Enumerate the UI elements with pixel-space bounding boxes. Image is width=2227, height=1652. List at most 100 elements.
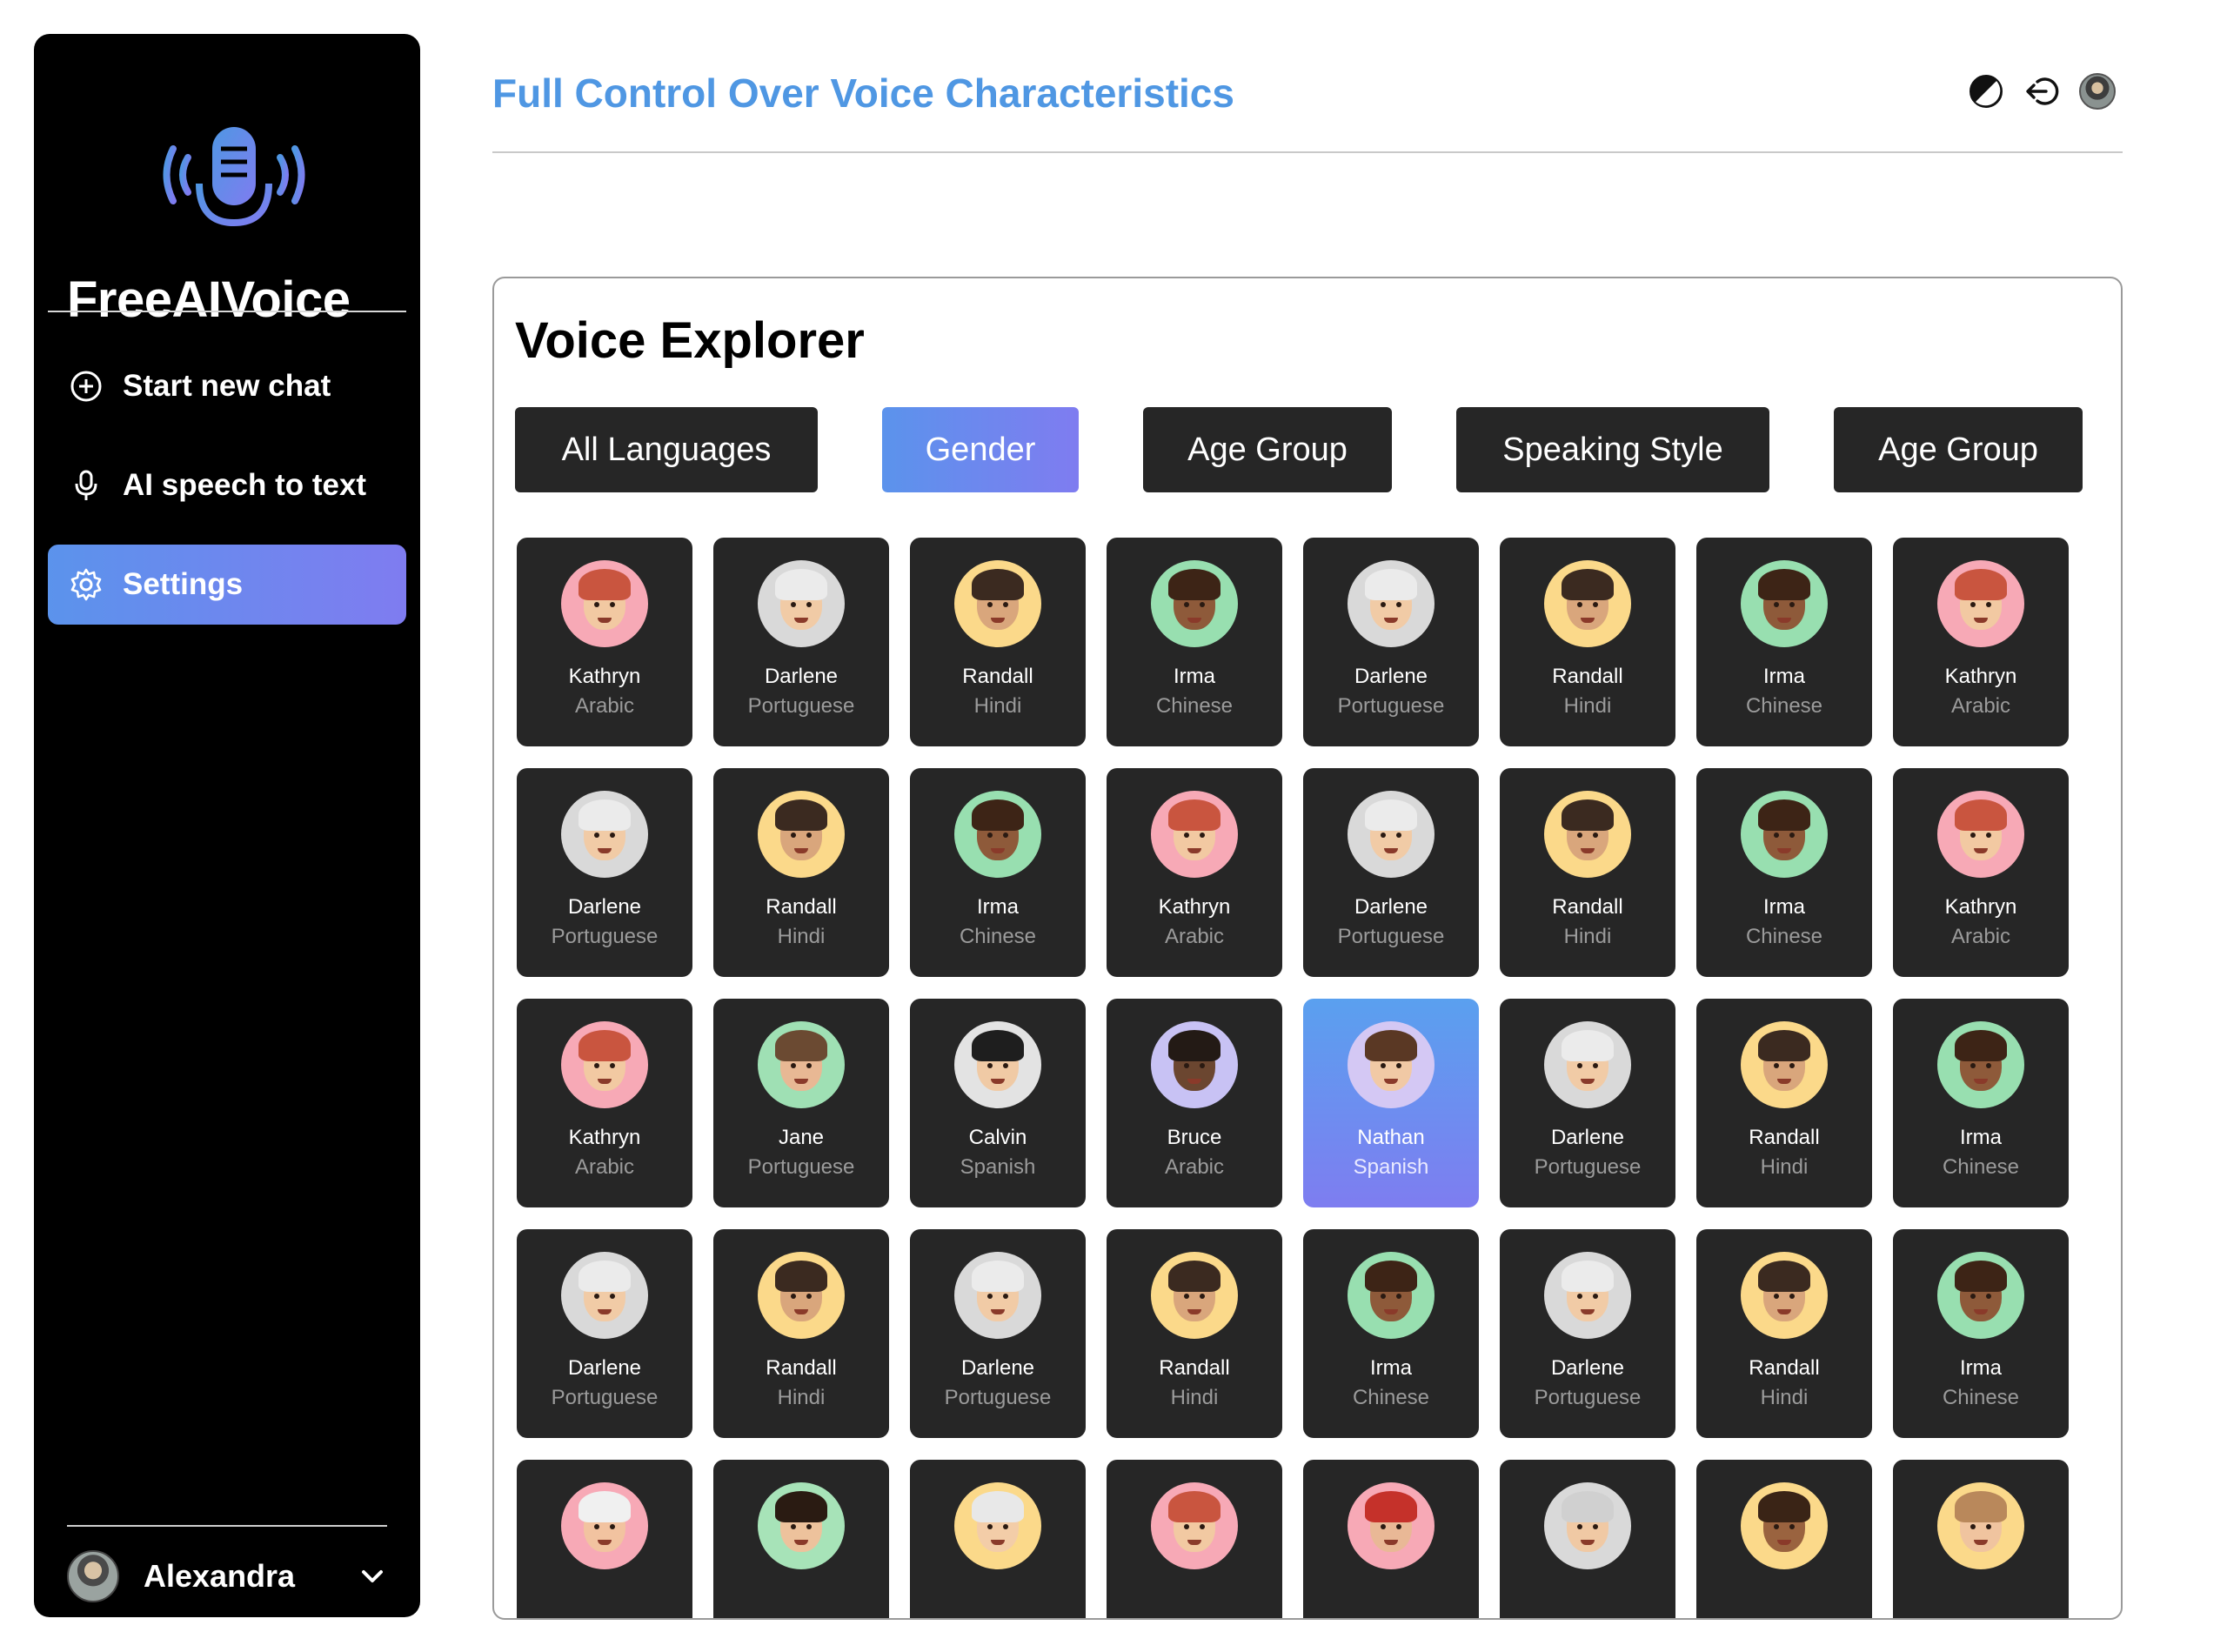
sidebar-item-start-new-chat[interactable]: Start new chat — [48, 346, 406, 426]
voice-card[interactable]: Kathryn Arabic — [1893, 538, 2069, 746]
voice-card[interactable]: Randall Hindi — [1500, 538, 1675, 746]
filter-age-group[interactable]: Age Group — [1143, 407, 1392, 492]
microphone-logo-icon — [163, 127, 305, 253]
voice-card[interactable]: Bruce Arabic — [1107, 999, 1282, 1207]
voice-card[interactable] — [713, 1460, 889, 1618]
logout-icon[interactable] — [2023, 73, 2060, 110]
voice-name: Kathryn — [1944, 665, 2017, 688]
brand-logo[interactable]: FreeAIVoice — [34, 88, 420, 328]
voice-card[interactable]: Darlene Portuguese — [910, 1229, 1086, 1438]
voice-language: Hindi — [777, 1386, 826, 1409]
voice-card[interactable] — [1107, 1460, 1282, 1618]
avatar — [67, 1550, 119, 1602]
voice-language: Portuguese — [747, 1155, 855, 1179]
voice-card[interactable]: Irma Chinese — [1696, 538, 1872, 746]
sidebar-item-label: Start new chat — [123, 369, 331, 403]
filter-age-group-2[interactable]: Age Group — [1834, 407, 2083, 492]
voice-card[interactable]: Irma Chinese — [1893, 1229, 2069, 1438]
voice-name: Darlene — [1354, 665, 1428, 688]
voice-card[interactable] — [517, 1460, 692, 1618]
voice-language: Portuguese — [944, 1386, 1052, 1409]
voice-card[interactable]: Randall Hindi — [713, 768, 889, 977]
voice-name: Randall — [766, 1356, 837, 1380]
voice-avatar — [1151, 791, 1238, 878]
voice-card[interactable]: Irma Chinese — [910, 768, 1086, 977]
voice-card[interactable]: Irma Chinese — [1893, 999, 2069, 1207]
voice-card[interactable]: Kathryn Arabic — [1893, 768, 2069, 977]
voice-avatar — [1937, 791, 2024, 878]
voice-avatar — [954, 1021, 1041, 1108]
voice-card[interactable] — [1303, 1460, 1479, 1618]
voice-card[interactable]: Darlene Portuguese — [1303, 538, 1479, 746]
filter-all-languages[interactable]: All Languages — [515, 407, 818, 492]
voice-avatar — [1544, 1252, 1631, 1339]
voice-avatar — [1348, 560, 1435, 647]
voice-card[interactable]: Kathryn Arabic — [517, 999, 692, 1207]
sidebar-item-settings[interactable]: Settings — [48, 545, 406, 625]
microphone-icon — [75, 470, 97, 500]
user-menu[interactable]: Alexandra — [67, 1546, 387, 1607]
voice-language: Portuguese — [1337, 694, 1445, 718]
chevron-down-icon[interactable] — [358, 1562, 387, 1591]
voice-card[interactable]: Darlene Portuguese — [713, 538, 889, 746]
theme-toggle-icon[interactable] — [1968, 73, 2004, 110]
voice-card[interactable]: Irma Chinese — [1107, 538, 1282, 746]
voice-card[interactable]: Randall Hindi — [1500, 768, 1675, 977]
voice-explorer-panel: Voice Explorer All Languages Gender Age … — [492, 277, 2123, 1620]
filter-gender[interactable]: Gender — [882, 407, 1079, 492]
user-name: Alexandra — [144, 1558, 296, 1594]
voice-name: Calvin — [968, 1126, 1027, 1149]
voice-card[interactable] — [1500, 1460, 1675, 1618]
voice-card[interactable]: Darlene Portuguese — [517, 768, 692, 977]
voice-card[interactable]: Darlene Portuguese — [1500, 999, 1675, 1207]
voice-card[interactable]: Nathan Spanish — [1303, 999, 1479, 1207]
header-divider — [492, 151, 2123, 153]
voice-avatar — [561, 791, 648, 878]
voice-card[interactable]: Randall Hindi — [1696, 1229, 1872, 1438]
voice-card[interactable]: Irma Chinese — [1303, 1229, 1479, 1438]
voice-name: Nathan — [1357, 1126, 1425, 1149]
voice-avatar — [1544, 1482, 1631, 1569]
voice-avatar — [758, 1252, 845, 1339]
voice-avatar — [1151, 560, 1238, 647]
voice-avatar — [758, 791, 845, 878]
voice-card[interactable]: Randall Hindi — [1696, 999, 1872, 1207]
voice-card[interactable]: Darlene Portuguese — [1500, 1229, 1675, 1438]
voice-language: Hindi — [1170, 1386, 1219, 1409]
voice-avatar — [1544, 1021, 1631, 1108]
voice-language: Hindi — [1760, 1155, 1809, 1179]
voice-card[interactable]: Kathryn Arabic — [1107, 768, 1282, 977]
voice-card[interactable]: Calvin Spanish — [910, 999, 1086, 1207]
voice-card[interactable]: Darlene Portuguese — [1303, 768, 1479, 977]
voice-language: Chinese — [1745, 694, 1823, 718]
voice-card[interactable] — [1893, 1460, 2069, 1618]
voice-card[interactable]: Jane Portuguese — [713, 999, 889, 1207]
voice-avatar — [1151, 1021, 1238, 1108]
sidebar-item-ai-speech-to-text[interactable]: AI speech to text — [48, 445, 406, 525]
voice-language: Hindi — [1760, 1386, 1809, 1409]
voice-avatar — [758, 1482, 845, 1569]
voice-name: Randall — [1749, 1356, 1820, 1380]
voice-language: Chinese — [1942, 1155, 2020, 1179]
voice-language: Arabic — [1950, 694, 2011, 718]
voice-card[interactable]: Irma Chinese — [1696, 768, 1872, 977]
voice-card[interactable]: Darlene Portuguese — [517, 1229, 692, 1438]
voice-avatar — [1741, 1482, 1828, 1569]
sidebar-item-label: AI speech to text — [123, 468, 367, 502]
voice-name: Kathryn — [568, 1126, 641, 1149]
voice-card[interactable]: Kathryn Arabic — [517, 538, 692, 746]
voice-name: Darlene — [764, 665, 839, 688]
voice-card[interactable]: Randall Hindi — [910, 538, 1086, 746]
voice-card[interactable]: Randall Hindi — [713, 1229, 889, 1438]
avatar[interactable] — [2079, 73, 2116, 110]
voice-name: Randall — [1552, 665, 1623, 688]
voice-card[interactable] — [1696, 1460, 1872, 1618]
voice-name: Irma — [1763, 895, 1805, 919]
voice-language: Portuguese — [1534, 1155, 1642, 1179]
voice-name: Darlene — [1550, 1126, 1625, 1149]
voice-card[interactable] — [910, 1460, 1086, 1618]
filter-speaking-style[interactable]: Speaking Style — [1456, 407, 1769, 492]
voice-card[interactable]: Randall Hindi — [1107, 1229, 1282, 1438]
voice-name: Darlene — [567, 1356, 642, 1380]
voice-avatar — [1937, 1252, 2024, 1339]
